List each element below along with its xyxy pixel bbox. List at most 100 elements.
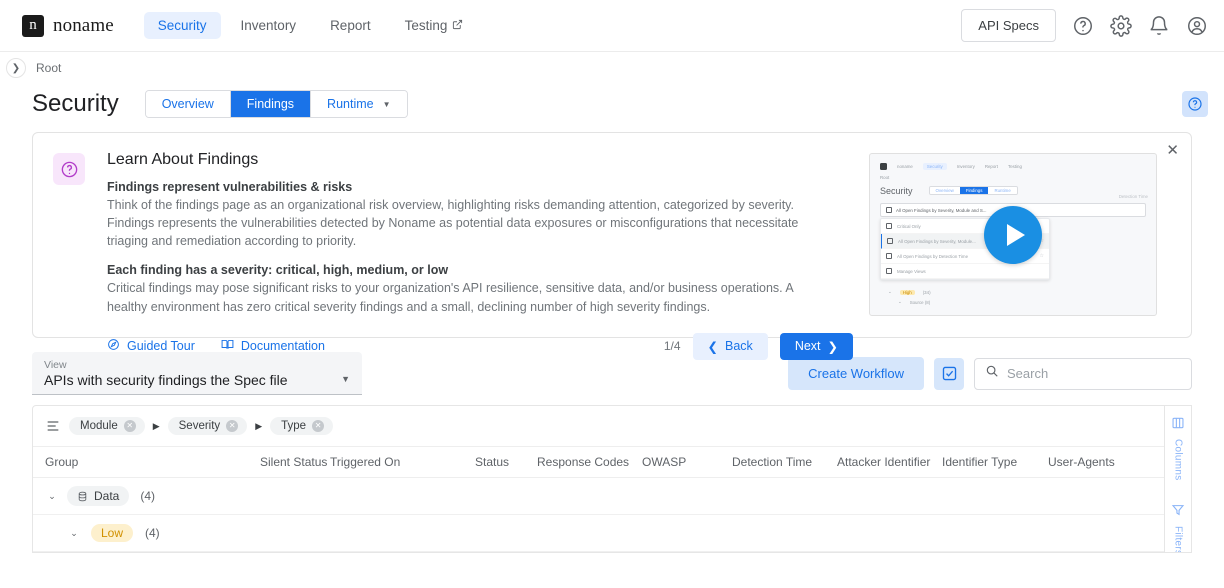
chip-separator-arrow-icon: ▶ [153,421,160,432]
tab-runtime[interactable]: Runtime ▼ [311,91,406,117]
mini-nav-testing: Testing [1008,164,1022,169]
mini-page-title: Security [880,186,913,196]
mini-logo-icon [880,163,887,170]
chevron-left-icon: ❮ [708,339,718,354]
nav-item-security[interactable]: Security [144,12,221,39]
next-button[interactable]: Next ❯ [780,333,853,360]
primary-nav: Security Inventory Report Testing [144,12,478,39]
account-circle-icon[interactable] [1186,15,1208,37]
mini-menu-label: All Open Findings by Severity, Module... [898,239,976,244]
brand-logo[interactable]: n noname [22,15,114,37]
nav-item-label: Testing [405,18,448,33]
tab-overview[interactable]: Overview [146,91,231,117]
table-side-rail: Columns Filters [1164,406,1191,552]
mini-select-value: All Open Findings by Severity, Module an… [896,208,986,213]
mini-menu-label: Manage Views [897,269,926,274]
filter-chip-type[interactable]: Type ✕ [270,417,333,435]
group-count: (4) [140,489,155,503]
play-triangle-icon [1007,224,1025,246]
column-header-group[interactable]: Group [45,455,260,469]
api-specs-button[interactable]: API Specs [961,9,1056,42]
bell-icon[interactable] [1148,15,1170,37]
chip-remove-icon[interactable]: ✕ [124,420,136,432]
mini-item-icon [887,238,893,244]
brand-name: noname [53,15,114,37]
learn-about-findings-card: ✕ Learn About Findings Findings represen… [32,132,1192,338]
mini-row-high: ⌄ High (34) [888,289,931,295]
table-row[interactable]: ⌄ Low (4) [33,515,1191,552]
view-selector-label: View [44,359,350,371]
mini-item-icon [886,268,892,274]
column-header-detection-time[interactable]: Detection Time [732,455,837,469]
column-header-silent-status[interactable]: Silent Status [260,455,330,469]
breadcrumb-root[interactable]: Root [36,61,61,75]
nav-item-label: Security [158,18,207,33]
list-settings-icon[interactable] [45,418,61,434]
chip-label: Type [281,420,306,432]
create-workflow-button[interactable]: Create Workflow [788,357,924,390]
column-header-triggered-on[interactable]: Triggered On [330,455,475,469]
group-label: Data [94,489,119,503]
mini-crumb: Root [878,175,1148,180]
mini-brand: noname [897,164,913,169]
chip-remove-icon[interactable]: ✕ [312,420,324,432]
findings-table-panel: Module ✕ ▶ Severity ✕ ▶ Type ✕ Group Sil… [32,405,1192,553]
select-all-checkbox-button[interactable] [934,358,964,390]
severity-badge-low: Low [91,524,133,542]
sidebar-expand-toggle[interactable]: ❯ [6,58,26,78]
filter-chip-severity[interactable]: Severity ✕ [168,417,248,435]
columns-icon [1171,416,1185,435]
mini-severity-badge: High [900,290,915,295]
search-box[interactable] [974,358,1192,390]
column-header-response-codes[interactable]: Response Codes [537,455,642,469]
mini-caret-icon: ⌄ [888,289,892,295]
top-navigation-bar: n noname Security Inventory Report Testi… [0,0,1224,52]
column-header-user-agents[interactable]: User-Agents [1048,455,1158,469]
help-circle-icon[interactable] [1072,15,1094,37]
mini-rows: ⌄ High (34) ⌄ Source (8) [888,289,931,305]
external-link-icon [452,19,463,33]
tutorial-video-thumbnail[interactable]: noname Security Inventory Report Testing… [869,153,1157,316]
group-by-chips-row: Module ✕ ▶ Severity ✕ ▶ Type ✕ [33,406,1191,446]
search-icon [985,364,999,383]
back-label: Back [725,339,753,353]
chip-remove-icon[interactable]: ✕ [226,420,238,432]
mini-row-source: ⌄ Source (8) [888,299,931,305]
next-label: Next [795,339,821,353]
column-header-owasp[interactable]: OWASP [642,455,732,469]
play-button[interactable] [984,206,1042,264]
tab-findings[interactable]: Findings [231,91,311,117]
rail-filters-label: Filters [1173,526,1184,553]
column-header-attacker-identifier[interactable]: Attacker Identifier [837,455,942,469]
mini-subrow-label: Source (8) [910,300,931,305]
mini-menu-label: Critical Only [897,224,921,229]
top-nav-actions: API Specs [961,9,1208,42]
chevron-right-icon: ❯ [828,339,838,354]
row-expand-toggle[interactable]: ⌄ [45,491,59,502]
gear-icon[interactable] [1110,15,1132,37]
learn-section-1-body: Think of the findings page as an organiz… [107,196,827,250]
page-help-button[interactable] [1182,91,1208,117]
column-header-identifier-type[interactable]: Identifier Type [942,455,1048,469]
column-header-status[interactable]: Status [475,455,537,469]
row-expand-toggle[interactable]: ⌄ [67,528,81,539]
nav-item-inventory[interactable]: Inventory [227,12,311,39]
rail-filters-button[interactable]: Filters [1171,503,1185,553]
funnel-icon [1171,503,1185,522]
learn-section-2-body: Critical findings may pose significant r… [107,279,827,315]
table-row[interactable]: ⌄ Data Policy Violation (4) [33,552,1191,553]
table-row[interactable]: ⌄ Data (4) [33,478,1191,515]
view-selector[interactable]: View APIs with security findings the Spe… [32,352,362,395]
star-icon: ☆ [1040,253,1044,259]
noname-logo-mark: n [22,15,44,37]
page-indicator: 1/4 [664,339,681,353]
search-input[interactable] [1007,366,1181,381]
filter-chip-module[interactable]: Module ✕ [69,417,145,435]
security-findings-page: n noname Security Inventory Report Testi… [0,0,1224,588]
rail-columns-button[interactable]: Columns [1171,416,1185,481]
nav-item-testing[interactable]: Testing [391,12,478,39]
mini-detection-time-col: Detection Time [1119,194,1148,199]
close-icon[interactable]: ✕ [1166,143,1179,158]
nav-item-report[interactable]: Report [316,12,385,39]
back-button[interactable]: ❮ Back [693,333,768,360]
